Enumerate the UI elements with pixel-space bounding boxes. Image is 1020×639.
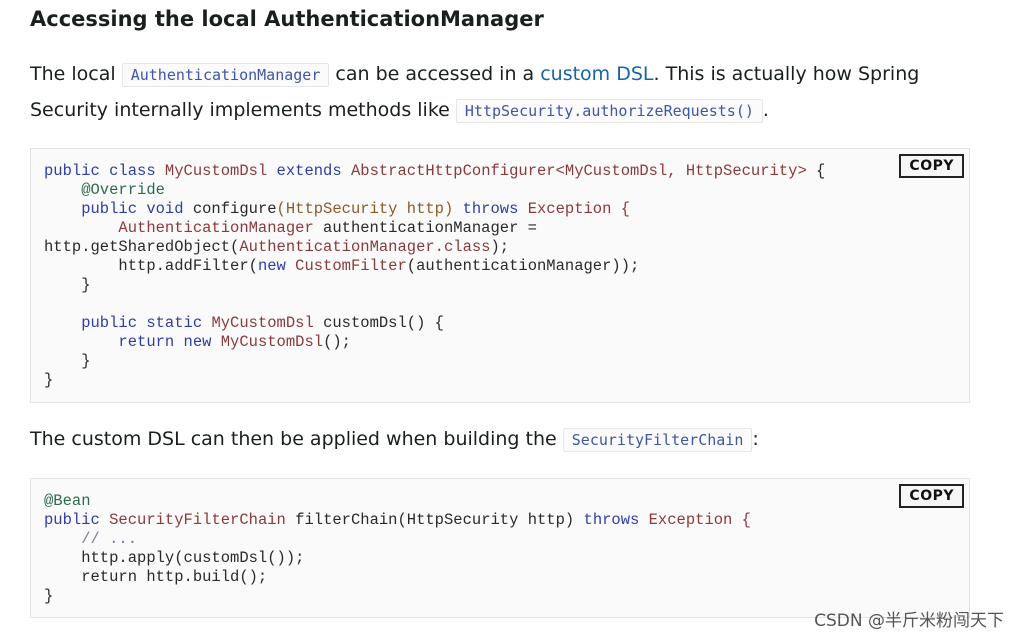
code-token: AuthenticationManager <box>44 219 314 237</box>
code-token: new <box>257 257 296 275</box>
code-token: MyCustomDsl <box>220 333 324 351</box>
copy-button[interactable]: COPY <box>899 484 964 508</box>
code-token: public void <box>44 200 193 218</box>
code-token: } <box>44 352 91 370</box>
copy-button[interactable]: COPY <box>899 154 964 178</box>
code-token: { <box>806 162 826 180</box>
code-token: // ... <box>44 530 138 548</box>
code-token: extends <box>267 162 351 180</box>
inline-code-authentication-manager: AuthenticationManager <box>121 63 330 87</box>
text-segment: . <box>762 99 769 121</box>
code-token: (HttpSecurity http) <box>276 200 463 218</box>
text-segment: The local <box>30 63 122 85</box>
code-token: filterChain(HttpSecurity http) <box>285 511 584 529</box>
code-token: throws <box>462 200 519 218</box>
code-token: public class <box>44 162 165 180</box>
code-token: customDsl() { <box>313 314 444 332</box>
code-token: CustomFilter <box>295 257 407 275</box>
code-token: SecurityFilterChain <box>109 511 286 529</box>
code-token: Exception { <box>518 200 631 218</box>
code-token: @Override <box>44 181 165 199</box>
code-token: MyCustomDsl <box>211 314 314 332</box>
code-token: (authenticationManager)); <box>406 257 640 275</box>
code-token: return new <box>44 333 221 351</box>
code-token: throws <box>583 511 640 529</box>
code-token: Exception { <box>639 511 751 529</box>
code-content: @Bean public SecurityFilterChain filterC… <box>44 492 751 606</box>
code-content: public class MyCustomDsl extends Abstrac… <box>44 162 825 390</box>
code-token: authenticationManager = <box>313 219 537 237</box>
intro-paragraph: The local AuthenticationManager can be a… <box>30 57 990 129</box>
code-token: http.addFilter( <box>44 257 258 275</box>
code-token: http.getSharedObject( <box>44 238 240 256</box>
code-token: public static <box>44 314 212 332</box>
inline-code-security-filter-chain: SecurityFilterChain <box>562 428 753 452</box>
code-token: configure <box>192 200 277 218</box>
code-token: (); <box>323 333 351 351</box>
apply-dsl-paragraph: The custom DSL can then be applied when … <box>30 422 990 458</box>
code-token: MyCustomDsl <box>164 162 268 180</box>
code-token: http.apply(customDsl()); <box>44 549 305 567</box>
code-token: AuthenticationManager.class <box>239 238 491 256</box>
code-token: AbstractHttpConfigurer<MyCustomDsl, Http… <box>350 162 807 180</box>
code-token: return http.build(); <box>44 568 268 586</box>
code-token: ); <box>490 238 510 256</box>
code-token: } <box>44 587 54 605</box>
inline-code-authorize-requests: HttpSecurity.authorizeRequests() <box>455 99 763 123</box>
code-token: public <box>44 511 110 529</box>
code-token: } <box>44 371 54 389</box>
custom-dsl-link[interactable]: custom DSL <box>540 63 653 85</box>
code-token: } <box>44 276 91 294</box>
code-token: @Bean <box>44 492 91 510</box>
watermark: CSDN @半斤米粉闯天下 <box>814 611 1004 631</box>
text-segment: can be accessed in a <box>329 63 541 85</box>
code-block-filter-chain: @Bean public SecurityFilterChain filterC… <box>30 478 970 618</box>
text-segment: : <box>752 428 759 450</box>
section-heading: Accessing the local AuthenticationManage… <box>30 7 544 31</box>
text-segment: The custom DSL can then be applied when … <box>30 428 563 450</box>
code-block-custom-dsl: public class MyCustomDsl extends Abstrac… <box>30 148 970 403</box>
